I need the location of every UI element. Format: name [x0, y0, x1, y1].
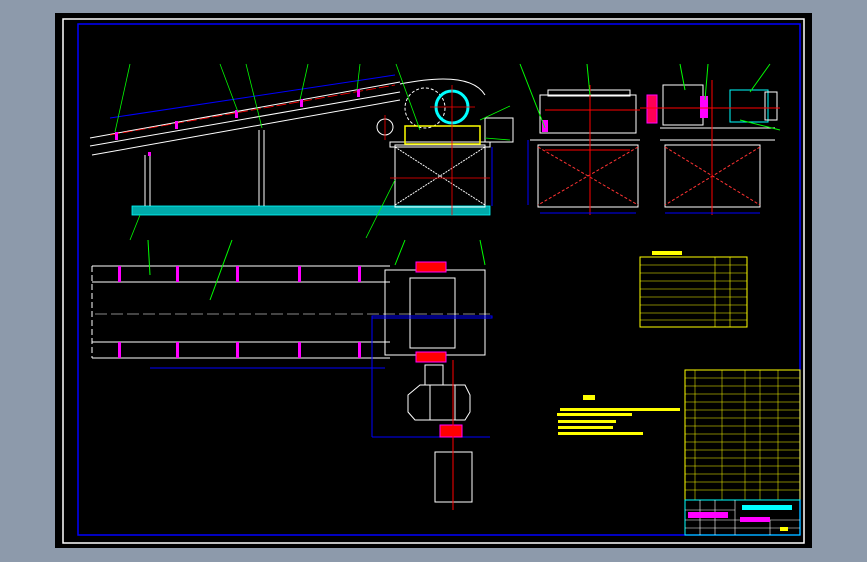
- model-space-background: [55, 13, 812, 548]
- cad-drawing-canvas[interactable]: [0, 0, 867, 562]
